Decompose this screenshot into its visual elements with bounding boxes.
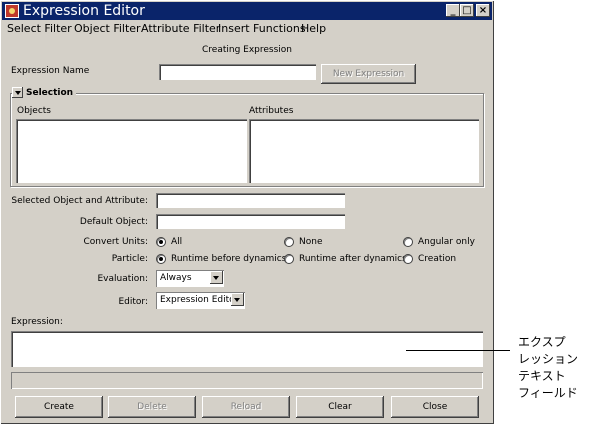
- radio-label: Creation: [418, 254, 457, 264]
- new-expression-button[interactable]: New Expression: [321, 64, 416, 84]
- create-button[interactable]: Create: [15, 396, 103, 418]
- delete-button[interactable]: Delete: [108, 396, 196, 418]
- selected-object-label: Selected Object and Attribute:: [11, 196, 148, 206]
- attributes-list[interactable]: [249, 119, 479, 183]
- menu-bar: Select Filter Object Filter Attribute Fi…: [0, 21, 494, 37]
- maximize-button[interactable]: □: [460, 4, 474, 17]
- app-icon: [5, 4, 19, 18]
- attributes-label: Attributes: [249, 106, 294, 116]
- evaluation-label: Evaluation:: [97, 274, 148, 284]
- menu-object-filter[interactable]: Object Filter: [74, 22, 141, 36]
- expression-name-label: Expression Name: [11, 66, 90, 76]
- menu-insert-functions[interactable]: Insert Functions: [218, 22, 306, 36]
- editor-dropdown[interactable]: Expression Editor: [156, 292, 245, 309]
- annotation-line: レッション: [518, 352, 579, 366]
- reload-button[interactable]: Reload: [202, 396, 290, 418]
- convert-units-none-radio[interactable]: None: [284, 236, 322, 248]
- radio-label: None: [299, 237, 323, 247]
- particle-label: Particle:: [111, 254, 148, 264]
- radio-checked-icon: [156, 237, 166, 247]
- close-button[interactable]: Close: [391, 396, 479, 418]
- radio-unchecked-icon: [403, 254, 413, 264]
- menu-attribute-filter[interactable]: Attribute Filter: [141, 22, 220, 36]
- expression-name-input[interactable]: [159, 64, 316, 80]
- editor-label: Editor:: [118, 297, 148, 307]
- radio-label: Runtime before dynamics: [171, 254, 287, 264]
- editor-value: Expression Editor: [160, 295, 239, 305]
- radio-label: Runtime after dynamics: [299, 254, 407, 264]
- particle-creation-radio[interactable]: Creation: [403, 253, 456, 265]
- selected-object-input[interactable]: [156, 193, 345, 208]
- window-title: Expression Editor: [23, 3, 145, 19]
- annotation-line: エクスプ: [518, 335, 566, 349]
- evaluation-dropdown[interactable]: Always: [156, 270, 224, 287]
- status-heading: Creating Expression: [202, 45, 292, 55]
- menu-help[interactable]: Help: [301, 22, 326, 36]
- radio-unchecked-icon: [284, 237, 294, 247]
- close-window-button[interactable]: ×: [476, 4, 490, 17]
- dropdown-arrow-icon[interactable]: [231, 293, 244, 306]
- default-object-label: Default Object:: [79, 217, 148, 227]
- menu-select-filter[interactable]: Select Filter: [7, 22, 72, 36]
- objects-list[interactable]: [16, 119, 247, 183]
- minimize-button[interactable]: _: [446, 4, 460, 17]
- particle-after-dynamics-radio[interactable]: Runtime after dynamics: [284, 253, 407, 265]
- radio-label: All: [171, 237, 183, 247]
- convert-units-all-radio[interactable]: All: [156, 236, 182, 248]
- radio-unchecked-icon: [284, 254, 294, 264]
- evaluation-value: Always: [160, 273, 192, 283]
- selection-title: Selection: [26, 87, 74, 98]
- particle-before-dynamics-radio[interactable]: Runtime before dynamics: [156, 253, 286, 265]
- objects-label: Objects: [17, 106, 52, 116]
- status-bar: [11, 372, 483, 389]
- radio-checked-icon: [156, 254, 166, 264]
- selection-header: Selection: [12, 86, 77, 99]
- expression-label: Expression:: [11, 317, 63, 327]
- default-object-input[interactable]: [156, 214, 345, 229]
- callout-line: [406, 350, 510, 351]
- expression-editor-window: Expression Editor _ □ × Select Filter Ob…: [0, 0, 494, 424]
- radio-label: Angular only: [418, 237, 475, 247]
- title-bar[interactable]: Expression Editor _ □ ×: [2, 2, 492, 20]
- annotation-line: フィールド: [518, 386, 578, 400]
- callout-annotation: エクスプ レッション テキスト フィールド: [518, 334, 578, 402]
- annotation-line: テキスト: [518, 369, 566, 383]
- collapse-arrow-icon[interactable]: [12, 87, 23, 98]
- expression-text-field[interactable]: [11, 331, 483, 367]
- dropdown-arrow-icon[interactable]: [210, 271, 223, 284]
- radio-unchecked-icon: [403, 237, 413, 247]
- clear-button[interactable]: Clear: [296, 396, 384, 418]
- convert-units-label: Convert Units:: [83, 237, 149, 247]
- convert-units-angular-radio[interactable]: Angular only: [403, 236, 475, 248]
